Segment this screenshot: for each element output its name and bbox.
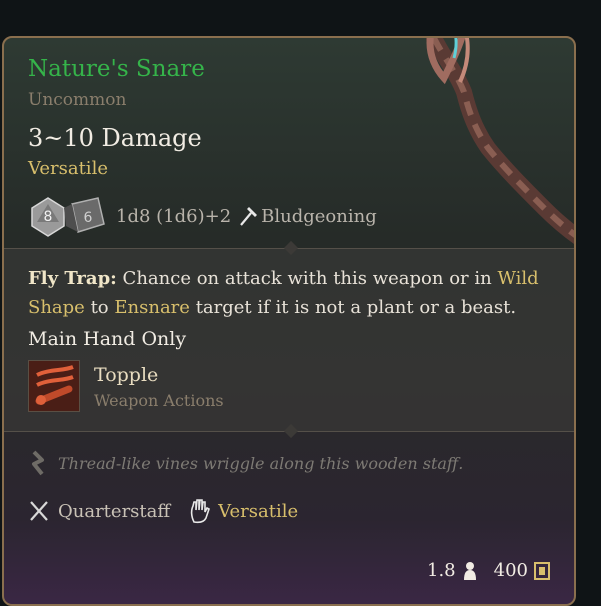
item-footer: 1.8 400 <box>423 560 550 581</box>
passive-title: Fly Trap: <box>28 268 117 289</box>
ensnare-link[interactable]: Ensnare <box>114 297 190 318</box>
damage-formula: 1d8 (1d6)+2 <box>116 205 232 227</box>
requirement-text: Main Hand Only <box>28 328 187 350</box>
item-rarity: Uncommon <box>28 90 127 110</box>
item-name: Nature's Snare <box>28 56 205 82</box>
item-tooltip: Nature's Snare Uncommon 3~10 Damage Vers… <box>2 36 576 606</box>
hand-icon <box>190 499 211 524</box>
dice-icon: 8 6 <box>31 197 105 237</box>
damage-range: 3~10 Damage <box>28 124 202 152</box>
tag-versatile: Versatile <box>218 500 299 522</box>
die-2-label: 6 <box>84 210 93 226</box>
tag-quarterstaff: Quarterstaff <box>58 500 171 522</box>
quarterstaff-icon <box>30 501 48 521</box>
action-name: Topple <box>94 364 159 386</box>
topple-icon <box>29 361 79 411</box>
topple-action-icon[interactable] <box>28 360 80 412</box>
gold-icon <box>534 561 550 580</box>
lore-icon <box>28 450 48 480</box>
action-category: Weapon Actions <box>94 391 224 410</box>
flavor-text: Thread-like vines wriggle along this woo… <box>58 454 464 473</box>
weight-value: 1.8 <box>427 560 456 581</box>
dice-row: 8 6 1d8 (1d6)+2 Bludgeoning <box>28 194 377 238</box>
damage-type: Bludgeoning <box>261 205 377 227</box>
passive-description: Fly Trap: Chance on attack with this wea… <box>28 268 539 318</box>
gold-value: 400 <box>493 560 528 581</box>
hammer-icon <box>240 207 258 226</box>
damage-property: Versatile <box>28 158 108 179</box>
weapon-tags: Quarterstaff Versatile <box>28 498 316 524</box>
die-1-label: 8 <box>44 209 53 225</box>
quarterstaff-image <box>426 38 574 244</box>
weight-icon <box>463 561 476 580</box>
